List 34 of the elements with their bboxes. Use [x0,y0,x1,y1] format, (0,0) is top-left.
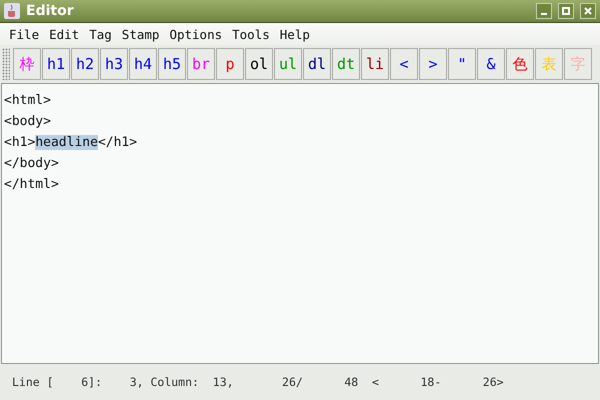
status-text: Line [ 6]: 3, Column: 13, 26/ 48 < 18- 26> [12,375,504,389]
code-line: <h1>headline</h1> [4,134,138,152]
text-editor[interactable]: <html> <body> <h1>headline</h1> </body> </html> [1,83,599,364]
tag-button[interactable]: & [477,48,505,80]
close-button[interactable] [580,3,596,19]
toolbar-grip[interactable] [2,48,10,80]
menu-item[interactable]: Stamp [116,26,164,42]
coffee-cup-icon [4,3,20,19]
code-line: <html> [4,92,52,110]
tag-button[interactable]: dl [303,48,331,80]
maximize-icon [562,7,570,15]
window-title: Editor [26,3,75,19]
code-line: </body> [4,155,60,173]
tag-button[interactable]: < [390,48,418,80]
tag-button[interactable]: h3 [100,48,128,80]
tag-button[interactable]: li [361,48,389,80]
code-line: </html> [4,176,60,194]
tag-button[interactable]: h4 [129,48,157,80]
maximize-button[interactable] [558,3,574,19]
menu-item[interactable]: Edit [44,26,84,42]
menu-item[interactable]: Tools [227,26,275,42]
minimize-button[interactable] [536,3,552,19]
menu-item[interactable]: Help [274,26,315,42]
tag-button[interactable]: h2 [71,48,99,80]
tag-button[interactable]: ol [245,48,273,80]
close-icon [584,7,592,15]
tag-button[interactable]: h1 [42,48,70,80]
tag-button[interactable]: " [448,48,476,80]
code-line: <body> [4,113,52,131]
menu-item[interactable]: Options [164,26,228,42]
menu-item[interactable]: Tag [84,26,117,42]
tag-button[interactable]: > [419,48,447,80]
tag-button[interactable]: h5 [158,48,186,80]
menu-item[interactable]: File [4,26,44,42]
